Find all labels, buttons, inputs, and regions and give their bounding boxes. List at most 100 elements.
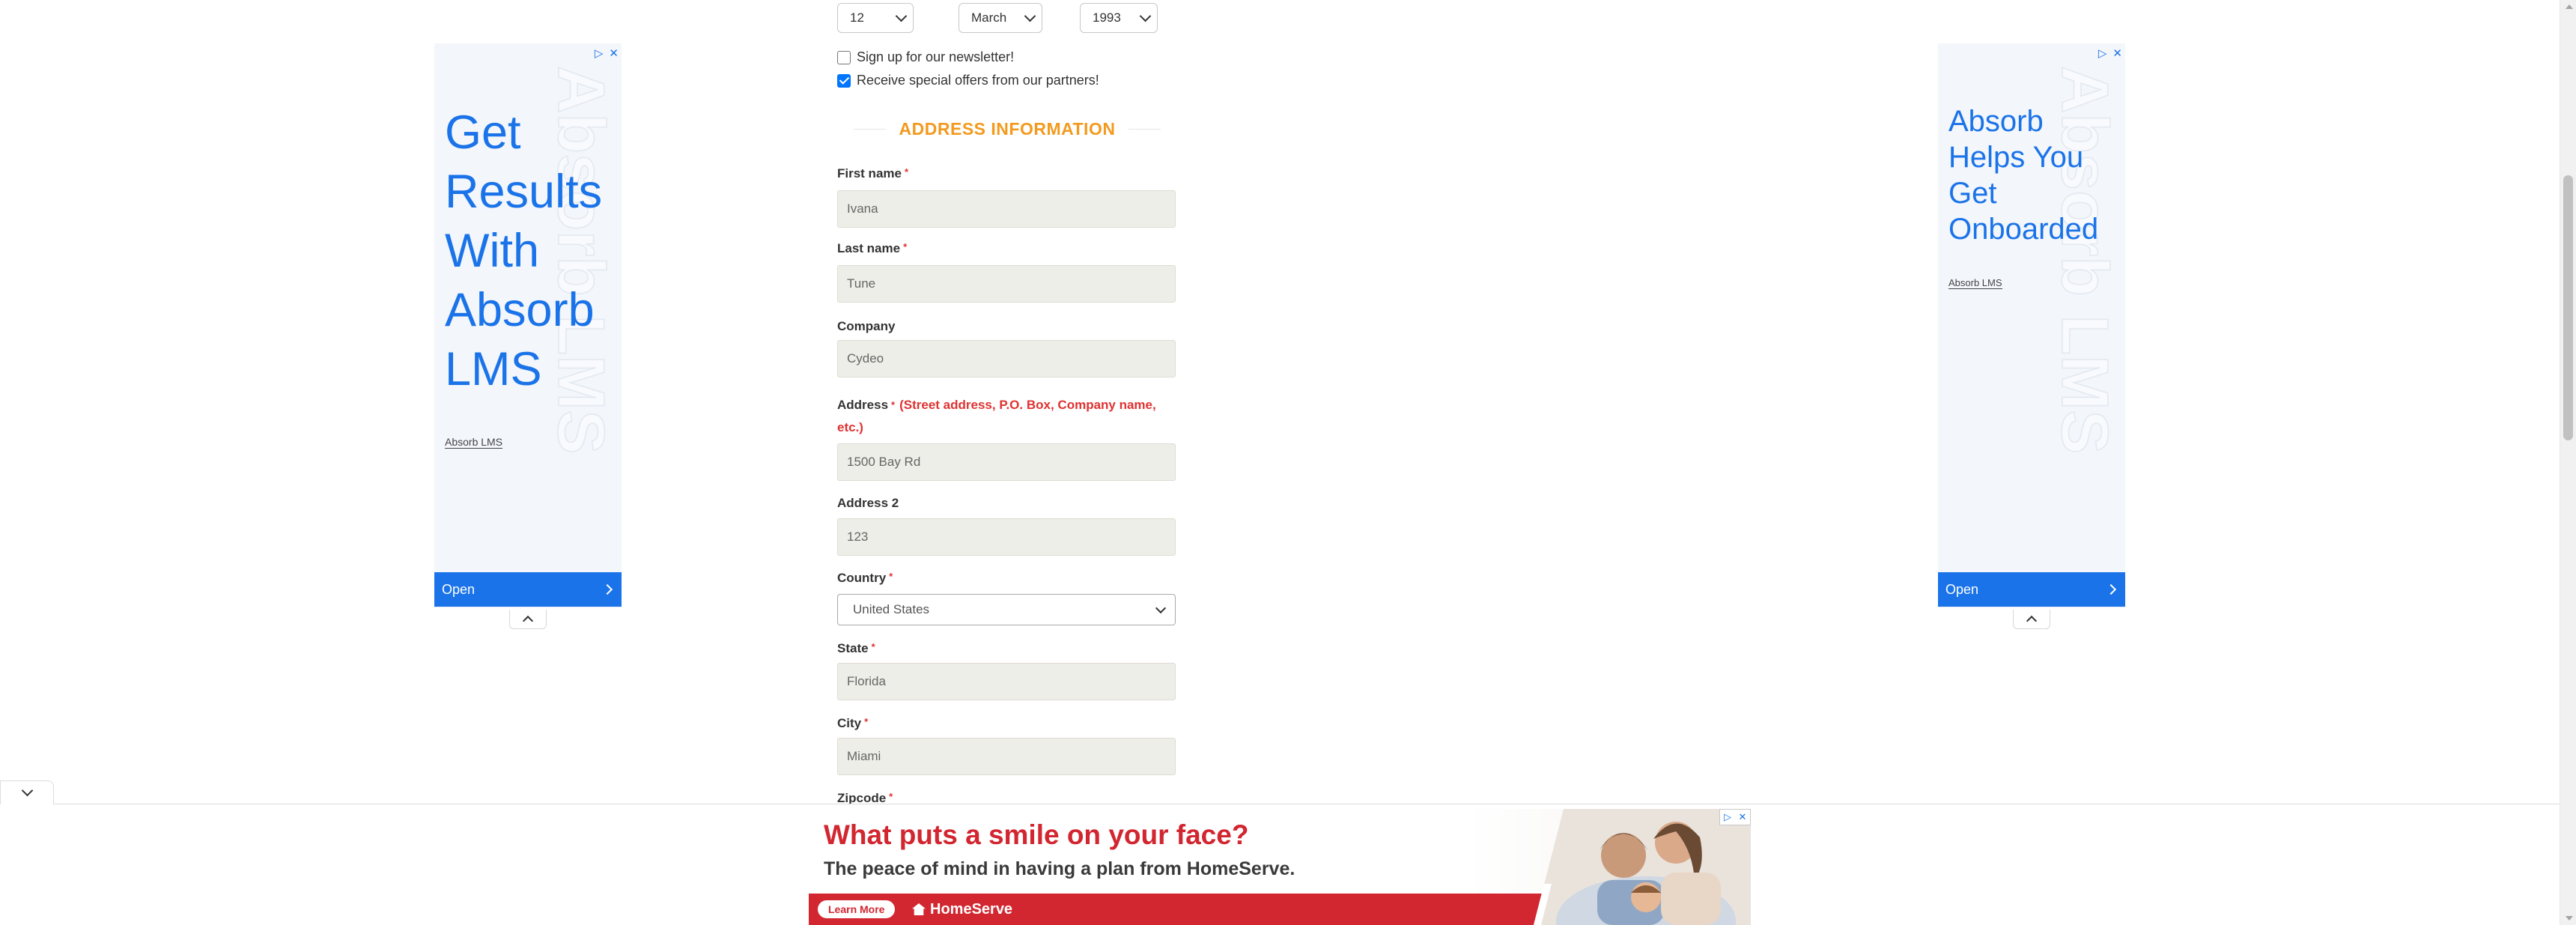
state-label-text: State — [837, 641, 869, 655]
ad-headline[interactable]: Get Results With Absorb LMS — [445, 103, 602, 399]
family-photo — [1534, 809, 1751, 925]
ad-headline-line: Absorb — [1948, 105, 2044, 138]
chevron-right-icon — [2105, 583, 2117, 595]
address-section-title: ADDRESS INFORMATION — [899, 118, 1116, 139]
chevron-down-icon — [1139, 10, 1152, 22]
chevron-up-icon — [522, 615, 534, 627]
dob-year-value: 1993 — [1093, 10, 1121, 25]
ad-choices-icon[interactable]: ▷ — [2098, 46, 2107, 60]
right-side-ad[interactable]: Absorb LMS ▷ ✕ Absorb Helps You Get Onbo… — [1938, 43, 2125, 608]
ad-open-button[interactable]: Open — [1938, 572, 2125, 607]
newsletter-option[interactable]: Sign up for our newsletter! — [837, 49, 1014, 65]
scroll-down-arrow-icon[interactable] — [2566, 916, 2573, 921]
address2-input[interactable]: 123 — [837, 518, 1176, 556]
ad-brand-link[interactable]: Absorb LMS — [1948, 277, 2002, 289]
last-name-label-text: Last name — [837, 241, 901, 255]
last-name-label: Last name * — [837, 241, 907, 256]
city-value: Miami — [847, 749, 881, 763]
banner-ad-choices[interactable]: ▷ ✕ — [1719, 809, 1751, 825]
chevron-down-icon — [895, 10, 908, 22]
city-label: City * — [837, 716, 868, 731]
partner-offers-label: Receive special offers from our partners… — [857, 73, 1099, 88]
ad-headline-line: Get — [445, 106, 521, 159]
close-icon[interactable]: ✕ — [609, 46, 619, 60]
left-side-ad[interactable]: Absorb LMS ▷ ✕ Get Results With Absorb L… — [434, 43, 622, 608]
last-name-input[interactable]: Tune — [837, 265, 1176, 303]
ad-headline[interactable]: Absorb Helps You Get Onboarded — [1948, 103, 2098, 247]
first-name-label: First name * — [837, 166, 908, 181]
newsletter-checkbox[interactable] — [837, 50, 851, 64]
state-label: State * — [837, 641, 875, 656]
homeserve-logo-text: HomeServe — [930, 900, 1013, 918]
first-name-value: Ivana — [847, 201, 878, 216]
country-label-text: Country — [837, 571, 887, 585]
address2-label: Address 2 — [837, 496, 899, 511]
homeserve-banner-ad[interactable]: What puts a smile on your face? The peac… — [809, 809, 1751, 925]
ad-brand-link[interactable]: Absorb LMS — [445, 436, 503, 449]
address2-value: 123 — [847, 530, 869, 544]
required-marker: * — [904, 166, 909, 178]
banner-learn-more-button[interactable]: Learn More — [818, 900, 896, 918]
country-label: Country * — [837, 571, 893, 586]
scrollbar-thumb[interactable] — [2563, 175, 2573, 440]
anchor-ad-toggle-button[interactable] — [0, 780, 54, 804]
company-label-text: Company — [837, 319, 896, 333]
company-input[interactable]: Cydeo — [837, 340, 1176, 377]
required-marker: * — [891, 399, 896, 410]
required-marker: * — [864, 716, 869, 727]
country-select[interactable]: United States — [837, 594, 1176, 625]
required-marker: * — [889, 571, 893, 582]
ad-choices-icon[interactable]: ▷ — [1720, 810, 1735, 825]
required-marker: * — [903, 241, 908, 252]
city-input[interactable]: Miami — [837, 738, 1176, 775]
address2-label-text: Address 2 — [837, 496, 899, 510]
scroll-up-arrow-icon[interactable] — [2566, 4, 2573, 9]
address-input[interactable]: 1500 Bay Rd — [837, 443, 1176, 481]
homeserve-logo: HomeServe — [912, 899, 1012, 920]
address-hint-continued: etc.) — [837, 420, 863, 434]
company-value: Cydeo — [847, 351, 884, 366]
chevron-down-icon — [21, 784, 33, 797]
page-scrollbar[interactable] — [2560, 0, 2576, 925]
address-label-text: Address — [837, 398, 889, 412]
ad-open-label: Open — [1945, 581, 1979, 597]
close-icon[interactable]: ✕ — [1735, 810, 1750, 825]
ad-choices[interactable]: ▷ ✕ — [2098, 46, 2122, 60]
country-value: United States — [853, 602, 930, 616]
company-label: Company — [837, 319, 895, 334]
left-ad-collapse-button[interactable] — [509, 610, 547, 629]
required-marker: * — [889, 791, 893, 802]
state-value: Florida — [847, 674, 886, 688]
right-ad-collapse-button[interactable] — [2013, 610, 2050, 629]
address-label: Address * (Street address, P.O. Box, Compa… — [837, 394, 1182, 439]
ad-choices[interactable]: ▷ ✕ — [595, 46, 619, 60]
dob-day-select[interactable]: 12 — [837, 3, 914, 33]
ad-open-button[interactable]: Open — [434, 572, 622, 607]
close-icon[interactable]: ✕ — [2112, 46, 2122, 60]
ad-headline-line: Results — [445, 166, 603, 218]
chevron-right-icon — [601, 583, 613, 595]
dob-year-select[interactable]: 1993 — [1080, 3, 1158, 33]
newsletter-label: Sign up for our newsletter! — [857, 49, 1015, 64]
dob-month-value: March — [971, 10, 1007, 25]
ad-headline-line: Helps You — [1948, 141, 2084, 174]
ad-open-label: Open — [442, 581, 476, 597]
ad-headline-line: LMS — [445, 343, 542, 395]
ad-choices-icon[interactable]: ▷ — [595, 46, 604, 60]
first-name-input[interactable]: Ivana — [837, 190, 1176, 228]
chevron-down-icon — [1155, 602, 1167, 613]
partner-offers-checkbox[interactable] — [837, 73, 851, 88]
address-section-heading: ADDRESS INFORMATION — [854, 115, 1161, 142]
partner-offers-option[interactable]: Receive special offers from our partners… — [837, 73, 1099, 88]
dob-day-value: 12 — [850, 10, 864, 25]
dob-month-select[interactable]: March — [959, 3, 1042, 33]
chevron-up-icon — [2026, 615, 2038, 627]
house-icon — [912, 903, 926, 915]
banner-headline: What puts a smile on your face? — [824, 819, 1249, 850]
ad-headline-line: Absorb — [445, 284, 595, 336]
ad-headline-line: Onboarded — [1948, 213, 2099, 246]
banner-subline: The peace of mind in having a plan from … — [824, 858, 1295, 879]
ad-headline-line: With — [445, 225, 539, 277]
state-input[interactable]: Florida — [837, 663, 1176, 700]
required-marker: * — [871, 641, 875, 652]
